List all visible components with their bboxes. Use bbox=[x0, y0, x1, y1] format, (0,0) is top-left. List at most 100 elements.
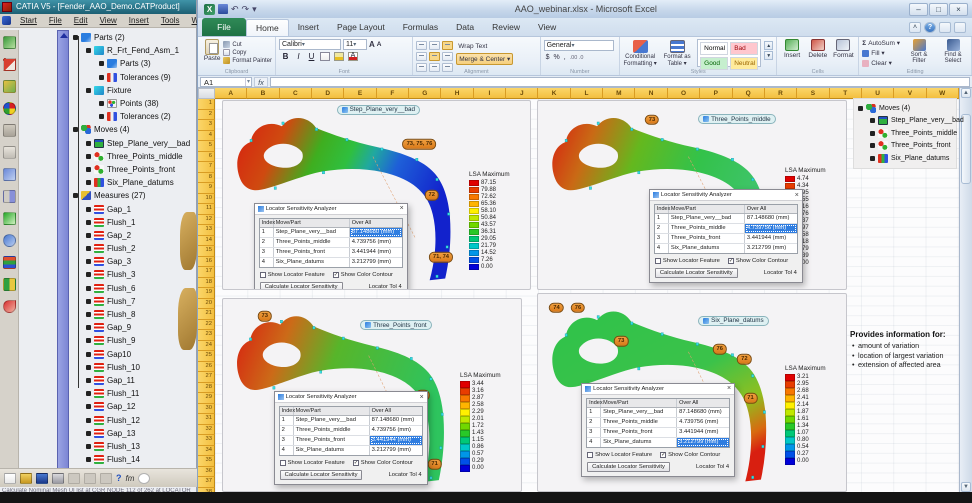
catia-tree-scrollbar[interactable] bbox=[57, 30, 69, 478]
measure-bubble[interactable]: 73 bbox=[613, 336, 629, 347]
column-header[interactable]: A bbox=[215, 88, 248, 99]
tree-node-icon[interactable] bbox=[86, 312, 91, 318]
align-bottom-button[interactable] bbox=[442, 41, 454, 50]
tab-view[interactable]: View bbox=[529, 19, 565, 36]
tree-node-icon[interactable] bbox=[86, 443, 91, 449]
tab-insert[interactable]: Insert bbox=[289, 19, 328, 36]
tab-file[interactable]: File bbox=[202, 18, 246, 36]
checkbox-checked-icon[interactable]: ✓ bbox=[727, 258, 734, 265]
tree-node-icon[interactable] bbox=[86, 166, 91, 172]
select-all-corner[interactable] bbox=[198, 88, 215, 99]
catia-tree-item[interactable]: Flush_10 bbox=[86, 361, 196, 374]
tab-page-layout[interactable]: Page Layout bbox=[328, 19, 394, 36]
column-header[interactable]: B bbox=[247, 88, 280, 99]
row-header[interactable]: 35 bbox=[198, 456, 215, 467]
formula-input[interactable] bbox=[270, 76, 970, 87]
sort-filter-button[interactable]: Sort & Filter bbox=[904, 39, 934, 67]
row-header[interactable]: 37 bbox=[198, 477, 215, 488]
comment-bubble-icon[interactable] bbox=[138, 472, 151, 484]
table-row[interactable]: 3 Three_Points_front 3.441944 (mm) bbox=[654, 234, 797, 245]
row-header[interactable]: 17 bbox=[198, 267, 215, 278]
align-top-button[interactable] bbox=[416, 41, 428, 50]
catia-menu-item[interactable]: View bbox=[94, 16, 123, 25]
checkbox-icon[interactable] bbox=[654, 258, 661, 265]
open-folder-icon[interactable] bbox=[20, 472, 32, 484]
row-header[interactable]: 32 bbox=[198, 424, 215, 435]
catia-tree-item[interactable]: Tolerances (9) bbox=[99, 71, 196, 84]
column-header[interactable]: F bbox=[376, 88, 410, 99]
tree-node-icon[interactable] bbox=[86, 87, 91, 93]
checkbox-icon[interactable] bbox=[587, 451, 594, 458]
locator-sensitivity-dialog[interactable]: Locator Sensitivity Analyzer × Index Mov… bbox=[581, 382, 736, 477]
table-row[interactable]: 2 Three_Points_middle 4.739756 (mm) bbox=[259, 237, 402, 248]
align-center-button[interactable] bbox=[429, 52, 441, 61]
borders-button[interactable] bbox=[320, 52, 330, 61]
column-header[interactable]: R bbox=[764, 88, 798, 99]
number-format-select[interactable]: General▾ bbox=[543, 40, 614, 51]
qat-dropdown-icon[interactable]: ▾ bbox=[252, 4, 257, 14]
catia-tool-icon[interactable] bbox=[2, 234, 16, 247]
catia-tree-item[interactable]: Flush_12 bbox=[86, 413, 196, 426]
column-header[interactable]: E bbox=[344, 88, 377, 99]
catia-tree-item[interactable]: Parts (3) bbox=[99, 57, 196, 70]
tree-node-icon[interactable] bbox=[73, 193, 78, 199]
row-header[interactable]: 9 bbox=[198, 183, 215, 194]
row-header[interactable]: 13 bbox=[198, 225, 215, 236]
currency-button[interactable]: $ bbox=[546, 54, 550, 61]
bold-button[interactable]: B bbox=[281, 52, 290, 61]
row-header[interactable]: 4 bbox=[198, 130, 215, 141]
name-box[interactable]: A1 ▾ bbox=[200, 76, 252, 87]
align-left-button[interactable] bbox=[416, 52, 428, 61]
calculate-sensitivity-button[interactable]: Calculate Locator Sensitivity bbox=[587, 461, 670, 472]
tree-node-icon[interactable] bbox=[86, 404, 91, 410]
locator-sensitivity-dialog[interactable]: Locator Sensitivity Analyzer × Index Mov… bbox=[273, 391, 428, 486]
tree-node-icon[interactable] bbox=[86, 232, 91, 238]
locator-sensitivity-dialog[interactable]: Locator Sensitivity Analyzer × Index Mov… bbox=[253, 202, 408, 289]
cell-style-option[interactable]: Normal bbox=[700, 42, 729, 55]
tree-node-icon[interactable] bbox=[86, 285, 91, 291]
show-locator-feature-checkbox[interactable]: Show Locator Feature bbox=[259, 271, 325, 278]
tree-node-icon[interactable] bbox=[73, 35, 78, 41]
fill-button[interactable]: Fill ▾ bbox=[862, 49, 900, 57]
tab-home[interactable]: Home bbox=[246, 19, 289, 36]
catia-tree-item[interactable]: Gap_12 bbox=[86, 400, 196, 413]
fm-icon[interactable]: fm bbox=[126, 474, 135, 483]
chart-panel-three-points-middle[interactable]: Three_Points_middle 7372 LSA Maximum 4.7… bbox=[537, 100, 847, 290]
row-header[interactable]: 11 bbox=[198, 204, 215, 215]
show-locator-feature-checkbox[interactable]: Show Locator Feature bbox=[587, 451, 652, 458]
row-header[interactable]: 31 bbox=[198, 414, 215, 425]
catia-tool-icon[interactable] bbox=[2, 146, 16, 159]
show-color-contour-checkbox[interactable]: ✓ Show Color Contour bbox=[332, 271, 393, 278]
close-icon[interactable]: × bbox=[795, 192, 799, 199]
tree-node-icon[interactable] bbox=[86, 219, 91, 225]
catia-tree-item[interactable]: R_Frt_Fend_Asm_1 bbox=[86, 44, 196, 57]
scroll-up-icon[interactable] bbox=[60, 33, 68, 38]
catia-tree-item[interactable]: Three_Points_middle bbox=[86, 150, 196, 163]
grow-font-button[interactable]: A bbox=[369, 40, 375, 49]
catia-tree-item[interactable]: Flush_14 bbox=[86, 453, 196, 466]
move-label-callout[interactable]: Step_Plane_very__bad bbox=[336, 104, 421, 115]
close-icon[interactable]: × bbox=[420, 394, 424, 401]
tree-node-icon[interactable] bbox=[86, 272, 91, 278]
row-header[interactable]: 22 bbox=[198, 319, 215, 330]
move-label-callout[interactable]: Three_Points_middle bbox=[698, 114, 776, 125]
dialog-title-bar[interactable]: Locator Sensitivity Analyzer × bbox=[649, 190, 802, 202]
row-header[interactable]: 30 bbox=[198, 403, 215, 414]
column-header[interactable]: G bbox=[409, 88, 442, 99]
align-right-button[interactable] bbox=[442, 52, 454, 61]
tab-formulas[interactable]: Formulas bbox=[394, 19, 447, 36]
catia-start-icon[interactable] bbox=[2, 16, 11, 25]
row-header[interactable]: 26 bbox=[198, 361, 215, 372]
catia-tree-item[interactable]: Gap_13 bbox=[86, 427, 196, 440]
table-row[interactable]: 4 Six_Plane_datums 3.212799 (mm) bbox=[655, 244, 797, 254]
show-locator-feature-checkbox[interactable]: Show Locator Feature bbox=[654, 258, 720, 265]
tree-node-icon[interactable] bbox=[86, 430, 91, 436]
catia-tool-icon[interactable] bbox=[2, 124, 16, 137]
tree-node-icon[interactable] bbox=[99, 101, 104, 107]
column-header[interactable]: H bbox=[441, 88, 474, 99]
help-icon[interactable]: ? bbox=[924, 22, 936, 33]
catia-tree-item[interactable]: Gap10 bbox=[86, 348, 196, 361]
catia-tree-item[interactable]: Parts (2) bbox=[73, 31, 196, 44]
shrink-font-button[interactable]: A bbox=[377, 41, 382, 48]
close-icon[interactable]: × bbox=[400, 205, 404, 212]
